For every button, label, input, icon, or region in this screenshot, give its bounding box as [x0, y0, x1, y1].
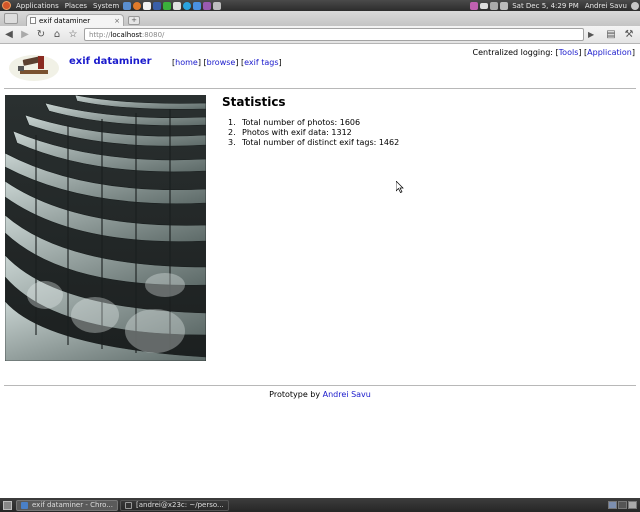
nav-home-link[interactable]: home: [175, 58, 198, 67]
workspace-2[interactable]: [618, 501, 627, 509]
help-launcher-icon[interactable]: [123, 1, 132, 10]
tab-title: exif dataminer: [39, 16, 91, 25]
page-content: exif dataminer [home] [browse] [exif tag…: [0, 45, 640, 498]
header-divider: [4, 88, 636, 89]
stat-total-photos: Total number of photos: 1606: [242, 118, 361, 127]
browser-task-icon: [21, 501, 28, 509]
list-item: 3. Total number of distinct exif tags: 14…: [228, 138, 400, 147]
volume-tray-icon[interactable]: [500, 1, 509, 10]
tab-exif-dataminer[interactable]: exif dataminer ×: [26, 14, 124, 26]
workspace-1[interactable]: [608, 501, 617, 509]
featured-photo: [5, 95, 206, 361]
chat-launcher-icon[interactable]: [203, 1, 212, 10]
logging-application-link[interactable]: Application: [587, 48, 632, 57]
footer-divider: [4, 385, 636, 386]
tab-close-icon[interactable]: ×: [114, 17, 120, 25]
main-nav: [home] [browse] [exif tags]: [172, 58, 282, 67]
chrome-menu-icon[interactable]: [4, 13, 18, 24]
stat-photos-with-exif: Photos with exif data: 1312: [242, 128, 352, 137]
dropbox-launcher-icon[interactable]: [193, 1, 202, 10]
stat-distinct-exif-tags: Total number of distinct exif tags: 1462: [242, 138, 400, 147]
url-port: :8080/: [141, 30, 165, 39]
go-arrow-icon[interactable]: ▶: [588, 30, 594, 39]
system-menu[interactable]: System: [90, 2, 122, 10]
wrench-menu-icon[interactable]: ⚒: [622, 28, 636, 42]
site-logo[interactable]: [8, 48, 60, 82]
statistics-list: 1. Total number of photos: 1606 2. Photos …: [228, 118, 400, 148]
footer: Prototype by Andrei Savu: [0, 390, 640, 399]
task-browser-label: exif dataminer - Chro...: [32, 501, 113, 509]
top-panel: Applications Places System Sat Dec 5, 4:…: [0, 0, 640, 11]
list-item: 2. Photos with exif data: 1312: [228, 128, 352, 137]
site-title-link[interactable]: exif dataminer: [69, 56, 152, 67]
firefox-launcher-icon[interactable]: [133, 1, 142, 10]
power-icon[interactable]: [631, 1, 639, 10]
text-editor-launcher-icon[interactable]: [143, 1, 152, 10]
bottom-panel: exif dataminer - Chro... [andrei@x23c: ~…: [0, 498, 640, 512]
ubuntu-logo-icon[interactable]: [2, 1, 11, 10]
terminal-task-icon: [124, 501, 132, 509]
spreadsheet-launcher-icon[interactable]: [163, 1, 172, 10]
applications-menu[interactable]: Applications: [13, 2, 62, 10]
screenshot-launcher-icon[interactable]: [213, 1, 222, 10]
logging-links: Centralized logging: [Tools] [Applicatio…: [472, 48, 635, 57]
mouse-pointer-icon: [396, 181, 404, 193]
address-bar[interactable]: http://localhost:8080/: [84, 28, 584, 41]
terminal-launcher-icon[interactable]: [173, 1, 182, 10]
user-menu[interactable]: Andrei Savu: [582, 2, 630, 10]
network-tray-icon[interactable]: [490, 1, 499, 10]
nav-browse-link[interactable]: browse: [207, 58, 236, 67]
home-icon[interactable]: ⌂: [50, 28, 64, 42]
trash-icon[interactable]: [628, 501, 637, 509]
nav-exif-tags-link[interactable]: exif tags: [244, 58, 278, 67]
bookmark-star-icon[interactable]: ☆: [66, 28, 80, 42]
page-favicon-icon: [30, 17, 36, 24]
list-item: 1. Total number of photos: 1606: [228, 118, 361, 127]
page-menu-icon[interactable]: ▤: [604, 28, 618, 42]
places-menu[interactable]: Places: [62, 2, 90, 10]
notification-tray-icon[interactable]: [470, 1, 479, 10]
browser-launcher-icon[interactable]: [153, 1, 162, 10]
url-scheme: http://: [89, 30, 111, 39]
task-terminal-label: [andrei@x23c: ~/perso...: [135, 501, 224, 509]
task-terminal[interactable]: [andrei@x23c: ~/perso...: [119, 499, 229, 511]
task-browser[interactable]: exif dataminer - Chro...: [16, 499, 118, 511]
clock[interactable]: Sat Dec 5, 4:29 PM: [509, 2, 582, 10]
footer-prefix: Prototype by: [269, 390, 321, 399]
forward-arrow-icon[interactable]: ▶: [18, 28, 32, 42]
author-link[interactable]: Andrei Savu: [323, 390, 371, 399]
logging-tools-link[interactable]: Tools: [559, 48, 579, 57]
mail-tray-icon[interactable]: [480, 2, 489, 9]
logging-label: Centralized logging:: [472, 48, 553, 57]
back-arrow-icon[interactable]: ◀: [2, 28, 16, 42]
page-title: Statistics: [222, 95, 286, 109]
url-host: localhost: [110, 30, 142, 39]
show-desktop-icon[interactable]: [3, 500, 12, 510]
browser-toolbar: ◀ ▶ ↻ ⌂ ☆ http://localhost:8080/ ▶ ▤ ⚒: [0, 26, 640, 44]
skype-launcher-icon[interactable]: [183, 1, 192, 10]
new-tab-button[interactable]: +: [128, 16, 140, 25]
tab-strip: exif dataminer × +: [0, 11, 640, 26]
reload-icon[interactable]: ↻: [34, 28, 48, 42]
